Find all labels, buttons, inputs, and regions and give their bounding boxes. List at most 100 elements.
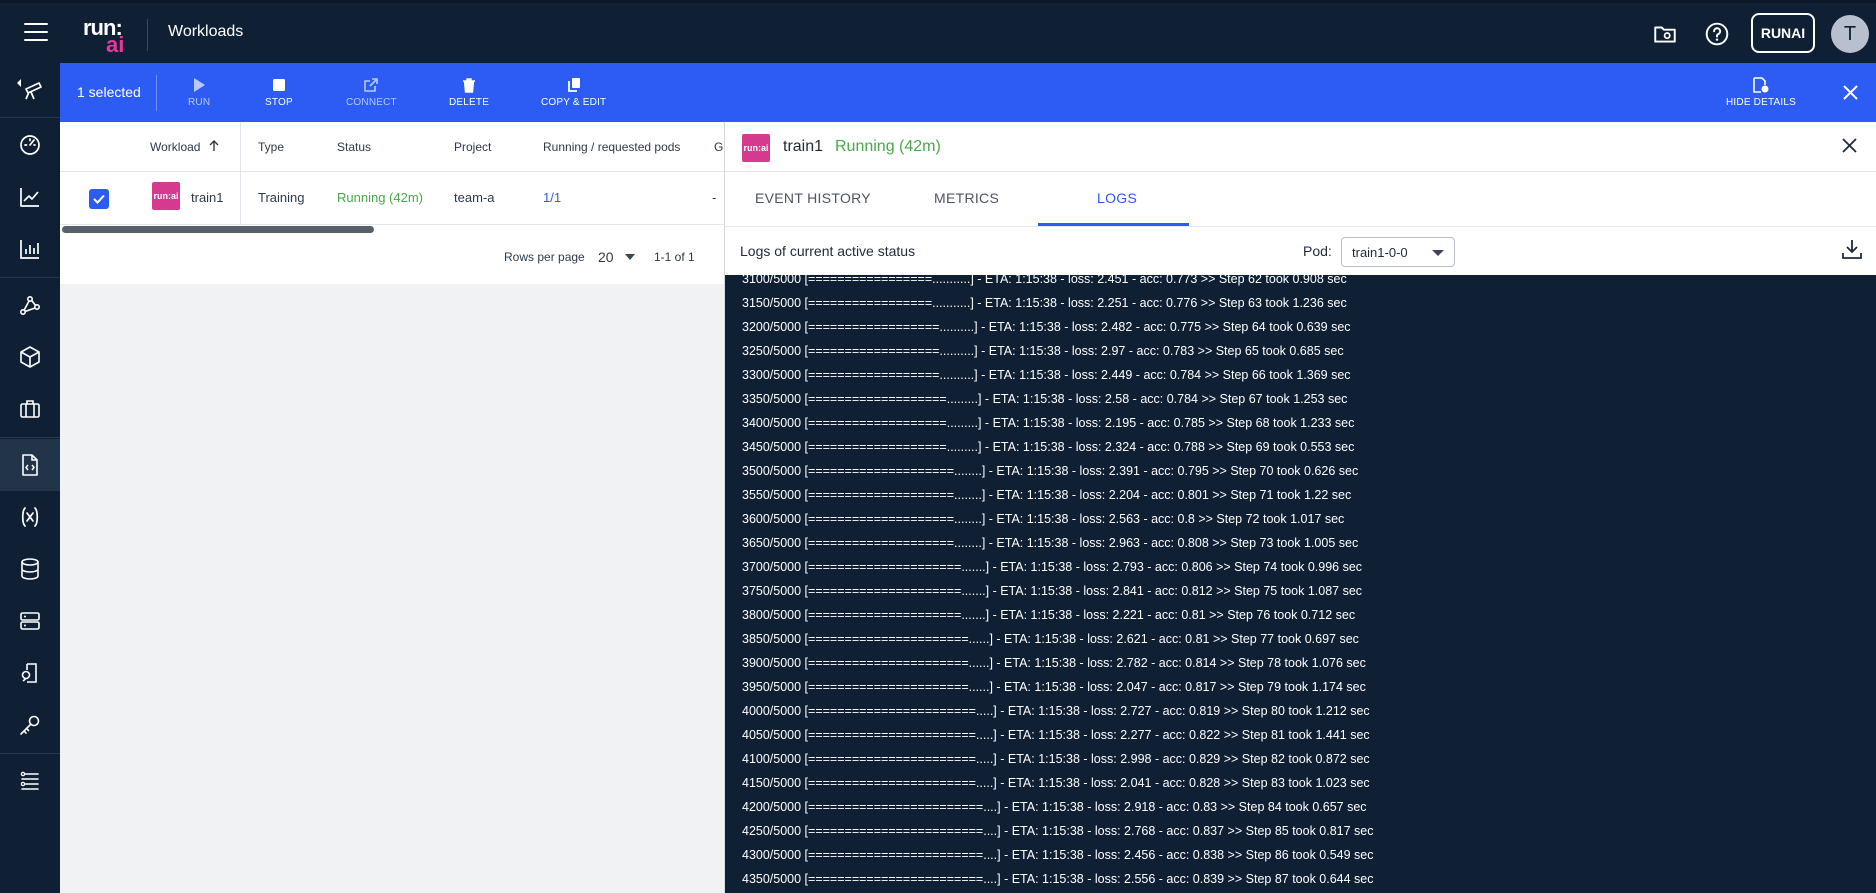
top-divider	[147, 19, 148, 51]
folder-gear-icon[interactable]	[1652, 21, 1678, 47]
chevron-down-icon	[1432, 250, 1444, 256]
sidebar-item-reports[interactable]	[0, 223, 60, 275]
log-line: 4050/5000 [=======================.....]…	[742, 728, 1370, 742]
stop-label: STOP	[265, 97, 293, 108]
horizontal-scrollbar[interactable]	[62, 226, 374, 233]
log-line: 3500/5000 [====================........]…	[742, 464, 1359, 478]
sidebar-item-models[interactable]	[0, 331, 60, 383]
copy-edit-button[interactable]: COPY & EDIT	[541, 77, 606, 108]
log-line: 4200/5000 [========================....]…	[742, 800, 1367, 814]
close-selection-icon[interactable]	[1843, 85, 1858, 100]
models-icon	[20, 346, 40, 368]
tab-metrics[interactable]: METRICS	[934, 190, 999, 206]
sidebar-separator	[0, 117, 60, 118]
logs-title: Logs of current active status	[740, 243, 916, 259]
rows-per-page-value: 20	[598, 249, 614, 265]
chevron-down-icon	[625, 254, 636, 260]
sidebar-item-access[interactable]	[0, 647, 60, 699]
reports-icon	[20, 240, 39, 259]
external-link-icon	[364, 78, 379, 92]
delete-button[interactable]: DELETE	[449, 77, 489, 108]
close-details-icon[interactable]	[1842, 138, 1857, 153]
log-line: 3550/5000 [====================........]…	[742, 488, 1352, 502]
logo-bottom-text: ai	[106, 32, 125, 57]
runai-logo[interactable]: run: ai	[80, 13, 132, 57]
download-icon[interactable]	[1841, 238, 1863, 260]
telescope-icon	[17, 79, 42, 100]
sidebar-item-dashboard[interactable]	[0, 119, 60, 171]
log-line: 3900/5000 [======================......]…	[742, 656, 1366, 670]
log-line: 3350/5000 [===================.........]…	[742, 392, 1348, 406]
workload-project: team-a	[454, 190, 495, 205]
help-icon[interactable]	[1704, 21, 1730, 47]
sort-ascending-icon	[209, 140, 219, 151]
sidebar-item-settings[interactable]	[0, 755, 60, 807]
hide-details-label: HIDE DETAILS	[1726, 97, 1797, 108]
stop-button[interactable]: STOP	[265, 77, 293, 108]
column-header-project[interactable]: Project	[454, 140, 491, 154]
log-output[interactable]: 3100/5000 [=================...........]…	[725, 275, 1876, 893]
log-lines: 3100/5000 [=================...........]…	[742, 275, 1374, 891]
play-icon	[194, 78, 206, 92]
log-line: 3150/5000 [=================...........]…	[742, 296, 1347, 310]
sidebar-item-projects[interactable]	[0, 383, 60, 435]
key-icon	[20, 715, 40, 735]
log-line: 3800/5000 [=====================.......]…	[742, 608, 1356, 622]
sidebar-item-servers[interactable]	[0, 595, 60, 647]
row-checkbox[interactable]	[89, 189, 109, 209]
sidebar-item-workloads[interactable]	[0, 439, 60, 491]
sidebar-item-environments[interactable]	[0, 491, 60, 543]
column-header-status[interactable]: Status	[337, 140, 371, 154]
log-line: 4250/5000 [========================....]…	[742, 824, 1374, 838]
log-line: 3400/5000 [===================.........]…	[742, 416, 1355, 430]
pod-label: Pod:	[1303, 243, 1332, 259]
details-workload-name: train1	[783, 138, 824, 155]
sidebar	[0, 63, 60, 893]
hide-details-button[interactable]: HIDE DETAILS	[1726, 77, 1796, 108]
workload-name[interactable]: train1	[191, 190, 224, 205]
column-header-type[interactable]: Type	[258, 140, 284, 154]
log-line: 3750/5000 [=====================.......]…	[742, 584, 1363, 598]
sidebar-separator	[0, 753, 60, 754]
run-label: RUN	[188, 97, 211, 108]
column-header-workload[interactable]: Workload	[150, 140, 220, 154]
sidebar-item-network[interactable]	[0, 279, 60, 331]
workload-status: Running (42m)	[337, 190, 423, 205]
run-button[interactable]: RUN	[188, 77, 210, 108]
menu-icon[interactable]	[24, 23, 48, 43]
copy-icon	[567, 78, 580, 92]
log-line: 4150/5000 [=======================.....]…	[742, 776, 1370, 790]
rows-per-page-select[interactable]: 20	[598, 249, 636, 265]
list-icon	[20, 771, 39, 790]
pod-select[interactable]: train1-0-0	[1341, 237, 1455, 267]
org-button[interactable]: RUNAI	[1751, 13, 1815, 53]
workloads-icon	[22, 454, 38, 476]
row-divider	[60, 224, 724, 225]
log-line: 3100/5000 [=================...........]…	[742, 275, 1347, 286]
details-panel: run:ai train1 Running (42m) EVENT HISTOR…	[724, 122, 1876, 893]
pod-select-value: train1-0-0	[1352, 245, 1408, 260]
copy-edit-label: COPY & EDIT	[541, 97, 607, 108]
tab-logs[interactable]: LOGS	[1097, 190, 1137, 206]
empty-area	[60, 284, 724, 893]
sidebar-item-credentials[interactable]	[0, 699, 60, 751]
sidebar-item-datasets[interactable]	[0, 543, 60, 595]
sidebar-item-overview[interactable]	[0, 63, 60, 115]
stop-icon	[272, 79, 285, 91]
column-header-pods[interactable]: Running / requested pods	[543, 140, 680, 154]
rows-per-page-label: Rows per page	[504, 250, 585, 264]
avatar[interactable]: T	[1831, 15, 1869, 53]
network-icon	[19, 295, 40, 315]
sidebar-item-analytics[interactable]	[0, 171, 60, 223]
log-line: 4350/5000 [========================....]…	[742, 872, 1374, 886]
dashboard-icon	[20, 135, 40, 155]
page-title: Workloads	[168, 23, 244, 40]
details-divider	[725, 171, 1876, 172]
sidebar-separator	[0, 437, 60, 438]
check-icon	[93, 194, 105, 204]
tab-event-history[interactable]: EVENT HISTORY	[755, 190, 871, 206]
column-header-label: Workload	[150, 140, 201, 154]
column-header-gpu[interactable]: GI	[714, 140, 724, 154]
workload-pods[interactable]: 1/1	[543, 190, 561, 205]
connect-button[interactable]: CONNECT	[346, 77, 397, 108]
